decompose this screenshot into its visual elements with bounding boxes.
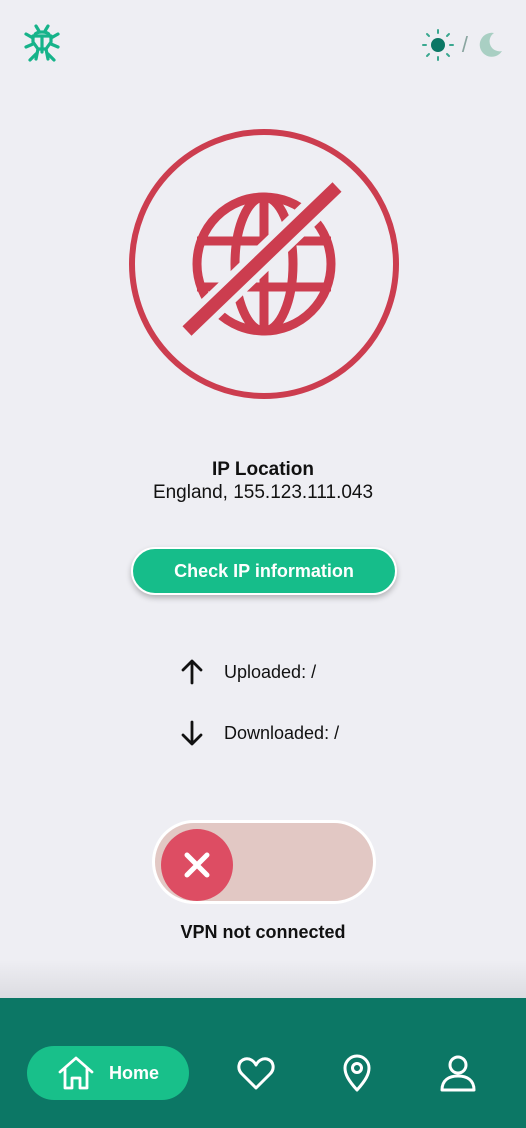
home-icon <box>58 1056 94 1090</box>
vpn-toggle-knob[interactable] <box>161 829 233 901</box>
moon-icon[interactable] <box>476 31 504 59</box>
close-icon <box>184 852 210 878</box>
uploaded-label: Uploaded: / <box>224 661 317 682</box>
bug-shield-icon[interactable] <box>22 22 62 64</box>
downloaded-label: Downloaded: / <box>224 722 340 743</box>
nav-shadow <box>0 960 526 998</box>
downloaded-stat: Downloaded: / <box>178 719 339 747</box>
user-icon[interactable] <box>438 1053 478 1093</box>
check-ip-button[interactable]: Check IP information <box>131 547 397 595</box>
vpn-status-text: VPN not connected <box>180 922 346 942</box>
top-bar: / <box>0 0 526 90</box>
nav-item-home[interactable]: Home <box>27 1046 189 1100</box>
theme-toggle[interactable]: / <box>421 28 504 62</box>
location-pin-icon[interactable] <box>337 1053 377 1093</box>
theme-separator: / <box>461 32 468 57</box>
ip-location-title: IP Location <box>211 459 315 480</box>
sun-icon[interactable] <box>421 29 454 61</box>
heart-icon[interactable] <box>236 1053 276 1093</box>
bottom-nav: Home <box>0 998 526 1128</box>
arrow-down-icon <box>181 720 203 746</box>
uploaded-stat: Uploaded: / <box>178 658 316 686</box>
ip-location-value: England, 155.123.111.043 <box>152 482 374 503</box>
nav-home-label: Home <box>109 1062 160 1083</box>
arrow-up-icon <box>181 659 203 685</box>
globe-crossed-icon <box>129 129 399 399</box>
vpn-toggle[interactable] <box>152 820 376 904</box>
